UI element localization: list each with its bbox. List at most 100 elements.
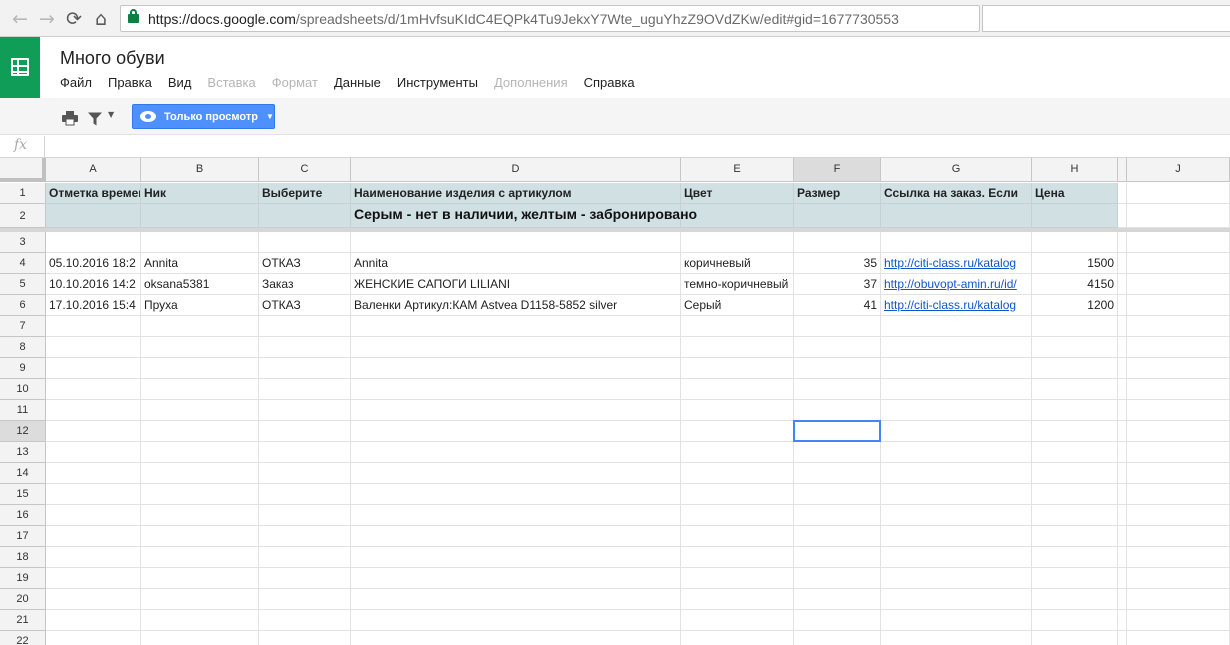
cell-H9[interactable] (1032, 358, 1118, 379)
cell-x15[interactable] (1118, 484, 1127, 505)
cell-F16[interactable] (794, 505, 881, 526)
cell-H22[interactable] (1032, 631, 1118, 645)
cell-D9[interactable] (351, 358, 681, 379)
cell-G1[interactable]: Ссылка на заказ. Если (881, 183, 1032, 204)
cell-J14[interactable] (1127, 463, 1230, 484)
row-header-11[interactable]: 11 (0, 400, 46, 421)
cell-H4[interactable]: 1500 (1032, 253, 1118, 274)
cell-x19[interactable] (1118, 568, 1127, 589)
cell-J12[interactable] (1127, 421, 1230, 442)
cell-G11[interactable] (881, 400, 1032, 421)
cell-C13[interactable] (259, 442, 351, 463)
column-header-A[interactable]: A (46, 158, 141, 182)
cell-D14[interactable] (351, 463, 681, 484)
filter-icon[interactable] (88, 110, 102, 128)
cell-J5[interactable] (1127, 274, 1230, 295)
cell-G21[interactable] (881, 610, 1032, 631)
cell-x12[interactable] (1118, 421, 1127, 442)
cell-J1[interactable] (1127, 183, 1230, 204)
cell-B20[interactable] (141, 589, 259, 610)
cell-x13[interactable] (1118, 442, 1127, 463)
cell-H19[interactable] (1032, 568, 1118, 589)
cell-B22[interactable] (141, 631, 259, 645)
cell-A17[interactable] (46, 526, 141, 547)
cell-A3[interactable] (46, 232, 141, 253)
cell-E16[interactable] (681, 505, 794, 526)
cell-B2[interactable] (141, 204, 259, 228)
cell-B12[interactable] (141, 421, 259, 442)
cell-E5[interactable]: темно-коричневый (681, 274, 794, 295)
cell-A6[interactable]: 17.10.2016 15:4 (46, 295, 141, 316)
row-header-10[interactable]: 10 (0, 379, 46, 400)
cell-F9[interactable] (794, 358, 881, 379)
cell-E22[interactable] (681, 631, 794, 645)
cell-A8[interactable] (46, 337, 141, 358)
cell-x9[interactable] (1118, 358, 1127, 379)
cell-E21[interactable] (681, 610, 794, 631)
cell-G8[interactable] (881, 337, 1032, 358)
cell-H7[interactable] (1032, 316, 1118, 337)
cell-A12[interactable] (46, 421, 141, 442)
printer-icon[interactable] (62, 109, 78, 127)
cell-C8[interactable] (259, 337, 351, 358)
cell-E2[interactable] (681, 204, 794, 228)
cell-A10[interactable] (46, 379, 141, 400)
reload-icon[interactable]: ⟳ (63, 8, 85, 30)
menu-item-6[interactable]: Данные (334, 75, 381, 93)
forward-arrow-icon[interactable]: → (36, 8, 58, 30)
menu-item-8[interactable]: Дополнения (494, 75, 568, 93)
cell-H3[interactable] (1032, 232, 1118, 253)
cell-D17[interactable] (351, 526, 681, 547)
cell-A13[interactable] (46, 442, 141, 463)
cell-G2[interactable] (881, 204, 1032, 228)
cell-G12[interactable] (881, 421, 1032, 442)
column-header-F[interactable]: F (794, 158, 881, 182)
cell-G17[interactable] (881, 526, 1032, 547)
cell-C14[interactable] (259, 463, 351, 484)
cell-E11[interactable] (681, 400, 794, 421)
row-header-13[interactable]: 13 (0, 442, 46, 463)
cell-B19[interactable] (141, 568, 259, 589)
cell-D20[interactable] (351, 589, 681, 610)
cell-J13[interactable] (1127, 442, 1230, 463)
cell-B3[interactable] (141, 232, 259, 253)
cell-G4[interactable]: http://citi-class.ru/katalog (881, 253, 1032, 274)
cell-A15[interactable] (46, 484, 141, 505)
cell-D21[interactable] (351, 610, 681, 631)
cell-J19[interactable] (1127, 568, 1230, 589)
cell-A7[interactable] (46, 316, 141, 337)
cell-C6[interactable]: ОТКАЗ (259, 295, 351, 316)
document-title[interactable]: Много обуви (60, 48, 165, 69)
cell-D15[interactable] (351, 484, 681, 505)
cell-J9[interactable] (1127, 358, 1230, 379)
cell-H13[interactable] (1032, 442, 1118, 463)
cell-J20[interactable] (1127, 589, 1230, 610)
cell-J21[interactable] (1127, 610, 1230, 631)
cell-H18[interactable] (1032, 547, 1118, 568)
row-header-2[interactable]: 2 (0, 204, 46, 228)
cell-F6[interactable]: 41 (794, 295, 881, 316)
cell-F13[interactable] (794, 442, 881, 463)
cell-C11[interactable] (259, 400, 351, 421)
active-cell-selection[interactable] (793, 420, 881, 442)
row-header-7[interactable]: 7 (0, 316, 46, 337)
cell-B10[interactable] (141, 379, 259, 400)
cell-J7[interactable] (1127, 316, 1230, 337)
cell-D4[interactable]: Annita (351, 253, 681, 274)
menu-item-1[interactable]: Файл (60, 75, 92, 93)
cell-J16[interactable] (1127, 505, 1230, 526)
row-header-5[interactable]: 5 (0, 274, 46, 295)
cell-E6[interactable]: Серый (681, 295, 794, 316)
cell-C10[interactable] (259, 379, 351, 400)
cell-D19[interactable] (351, 568, 681, 589)
cell-C17[interactable] (259, 526, 351, 547)
cell-x20[interactable] (1118, 589, 1127, 610)
cell-F4[interactable]: 35 (794, 253, 881, 274)
cell-A22[interactable] (46, 631, 141, 645)
cell-C7[interactable] (259, 316, 351, 337)
cell-C21[interactable] (259, 610, 351, 631)
cell-A19[interactable] (46, 568, 141, 589)
row-header-18[interactable]: 18 (0, 547, 46, 568)
cell-B1[interactable]: Ник (141, 183, 259, 204)
menu-item-3[interactable]: Вид (168, 75, 192, 93)
